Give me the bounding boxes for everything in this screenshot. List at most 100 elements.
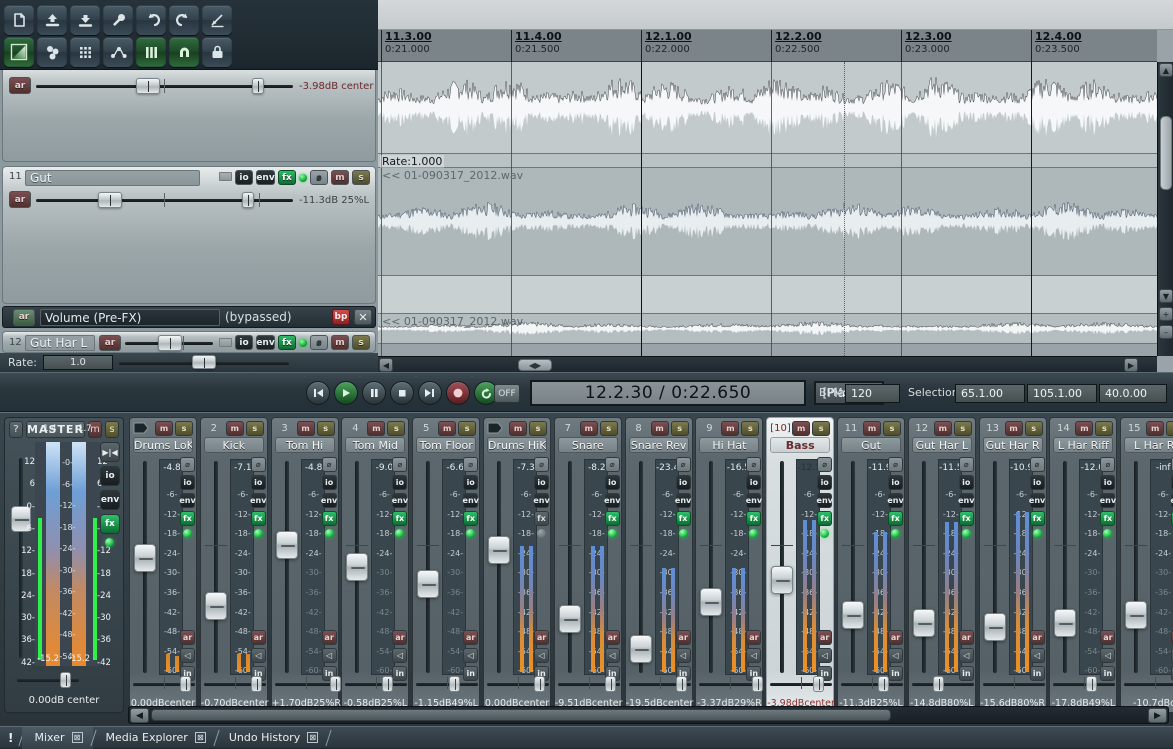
strip-fader[interactable] — [559, 459, 581, 675]
strip-automation-button[interactable]: ar — [676, 630, 691, 645]
track-row-11[interactable]: 11 Gut io env fx ⌀ m s ar -11.3dB 25%L — [2, 166, 376, 304]
strip-fx-button[interactable]: fx — [888, 511, 903, 526]
strip-automation-button[interactable]: ar — [1100, 630, 1115, 645]
strip-pan-knob[interactable] — [752, 676, 763, 692]
metronome-toggle[interactable]: OFF — [494, 384, 520, 403]
track-volume-slider[interactable] — [36, 81, 226, 91]
ruler-mark[interactable]: 12.3.00 0:23.000 — [901, 30, 952, 62]
strip-io-button[interactable]: io — [676, 475, 691, 490]
strip-solo-button[interactable]: s — [883, 421, 901, 436]
mixer-strip-l-har-riff[interactable]: 14 m s L Har Riff -12.0 -6--12--18--24--… — [1049, 417, 1117, 713]
strip-fader[interactable] — [346, 459, 368, 675]
strip-monitor-icon[interactable]: ◁ — [959, 648, 974, 663]
strip-fader[interactable] — [1054, 459, 1076, 675]
strip-env-button[interactable]: env — [392, 493, 407, 508]
strip-phase-button[interactable]: ⌀ — [180, 457, 195, 472]
strip-automation-button[interactable]: ar — [605, 630, 620, 645]
strip-env-button[interactable]: env — [1030, 493, 1045, 508]
strip-fader[interactable] — [134, 459, 156, 675]
strip-automation-button[interactable]: ar — [1030, 630, 1045, 645]
strip-fader-knob[interactable] — [559, 605, 581, 633]
strip-mute-button[interactable]: m — [721, 421, 739, 436]
strip-pan-knob[interactable] — [382, 676, 393, 692]
track-phase-button[interactable]: ⌀ — [310, 170, 328, 185]
mixer-scroll-left-arrow[interactable]: ◀ — [130, 708, 149, 723]
strip-pan-knob[interactable] — [813, 676, 824, 692]
strip-name[interactable]: Hi Hat — [699, 437, 759, 453]
strip-fader-knob[interactable] — [276, 531, 298, 559]
strip-monitor-icon[interactable]: ◁ — [392, 648, 407, 663]
redo-icon[interactable] — [169, 5, 199, 35]
strip-fx-button[interactable]: fx — [1100, 511, 1115, 526]
strip-fader[interactable] — [771, 459, 793, 675]
transport-time-display[interactable]: 12.2.30 / 0:22.650 — [530, 380, 806, 406]
master-io-button[interactable]: io — [100, 466, 120, 486]
master-strip[interactable]: ? MASTER m s -0--6--12--18--24--30--36--… — [4, 417, 124, 713]
track-row-12[interactable]: 12 Gut Har L ar io env fx ⌀ m s — [2, 331, 376, 353]
status-tab-close-icon[interactable]: ⊠ — [72, 732, 83, 743]
strip-fader-knob[interactable] — [984, 613, 1006, 641]
strip-name[interactable]: Tom Hi — [275, 437, 335, 453]
status-tab-mixer[interactable]: Mixer ⊠ — [22, 727, 92, 749]
track-row-partial[interactable]: ar -3.98dB center — [2, 70, 376, 162]
strip-pan-slider[interactable] — [770, 678, 832, 690]
mixer-strip-gut-har-l[interactable]: 12 m s Gut Har L -11.5 -6--12--18--24--3… — [908, 417, 976, 713]
strip-fader[interactable] — [700, 459, 722, 675]
strip-name[interactable]: Gut Har L — [912, 437, 972, 453]
strip-fx-button[interactable]: fx — [463, 511, 478, 526]
strip-mute-button[interactable]: m — [1146, 421, 1164, 436]
lock-icon[interactable] — [202, 37, 232, 67]
ruler-mark[interactable]: 12.2.00 0:22.500 — [771, 30, 822, 62]
scroll-up-arrow[interactable]: ▲ — [1159, 63, 1173, 77]
track-fx-button[interactable]: fx — [278, 170, 296, 185]
strip-pan-slider[interactable] — [699, 678, 761, 690]
strip-solo-button[interactable]: s — [1095, 421, 1113, 436]
strip-env-button[interactable]: env — [676, 493, 691, 508]
arrange-vertical-scrollbar[interactable]: ▲ ▼ + – — [1157, 62, 1173, 356]
strip-fx-button[interactable]: fx — [605, 511, 620, 526]
help-button[interactable]: ? — [9, 421, 23, 438]
track-pan-slider[interactable] — [221, 195, 293, 205]
track-lanes[interactable]: Rate:1.000 << 01-090317_2012.wav << 01-0… — [378, 62, 1157, 356]
horizontal-scroll-thumb[interactable]: ◀▶ — [518, 359, 552, 371]
strip-pan-knob[interactable] — [251, 676, 262, 692]
strip-env-button[interactable]: env — [463, 493, 478, 508]
strip-solo-button[interactable]: s — [175, 421, 193, 436]
mixer-strip-kick[interactable]: 2 m s Kick -7.1 -6--12--18--24--30--36--… — [200, 417, 268, 713]
mixer-strip-snare[interactable]: 7 m s Snare -8.2 -6--12--18--24--30--36-… — [554, 417, 622, 713]
zoom-in-vertical-button[interactable]: + — [1159, 307, 1173, 321]
vertical-scroll-thumb[interactable] — [1160, 116, 1172, 190]
scroll-right-arrow[interactable]: ▶ — [1124, 358, 1138, 372]
strip-env-button[interactable]: env — [180, 493, 195, 508]
strip-phase-button[interactable]: ⌀ — [959, 457, 974, 472]
strip-env-button[interactable]: env — [888, 493, 903, 508]
strip-pan-knob[interactable] — [449, 676, 460, 692]
mixer-strip-gut-har-r[interactable]: 13 m s Gut Har R -10.9 -6--12--18--24--3… — [979, 417, 1047, 713]
routing-matrix-icon[interactable] — [37, 37, 67, 67]
strip-env-button[interactable]: env — [322, 493, 337, 508]
strip-mute-button[interactable]: m — [863, 421, 881, 436]
strip-pan-knob[interactable] — [933, 676, 944, 692]
strip-pan-slider[interactable] — [1124, 678, 1173, 690]
envelope-name[interactable]: Volume (Pre-FX) — [40, 309, 220, 326]
strip-monitor-icon[interactable]: ◁ — [1030, 648, 1045, 663]
media-item-lane[interactable] — [378, 276, 1157, 314]
strip-pan-knob[interactable] — [330, 676, 341, 692]
go-to-start-button[interactable] — [306, 381, 330, 405]
mixer-strip-drums-lokit[interactable]: m s Drums LoKit -4.8 -6--12--18--24--30-… — [129, 417, 197, 713]
mixer-strip-tom-floor[interactable]: 5 m s Tom Floor -6.6 -6--12--18--24--30-… — [412, 417, 480, 713]
track-io-button[interactable]: io — [235, 335, 253, 350]
strip-pan-knob[interactable] — [676, 676, 687, 692]
strip-fx-button[interactable]: fx — [817, 511, 832, 526]
strip-monitor-icon[interactable]: ◁ — [817, 648, 832, 663]
strip-name[interactable]: Drums LoKit — [133, 437, 193, 453]
strip-io-button[interactable]: io — [392, 475, 407, 490]
scroll-left-arrow[interactable]: ◀ — [379, 358, 393, 372]
strip-monitor-icon[interactable]: ◁ — [746, 648, 761, 663]
scroll-down-arrow[interactable]: ▼ — [1159, 289, 1173, 303]
strip-env-button[interactable]: env — [251, 493, 266, 508]
strip-name[interactable]: Tom Mid — [345, 437, 405, 453]
mixer-scroll-right-arrow[interactable]: ▶ — [1148, 708, 1167, 723]
strip-fx-button[interactable]: fx — [251, 511, 266, 526]
track-automation-button[interactable]: ar — [9, 77, 31, 94]
